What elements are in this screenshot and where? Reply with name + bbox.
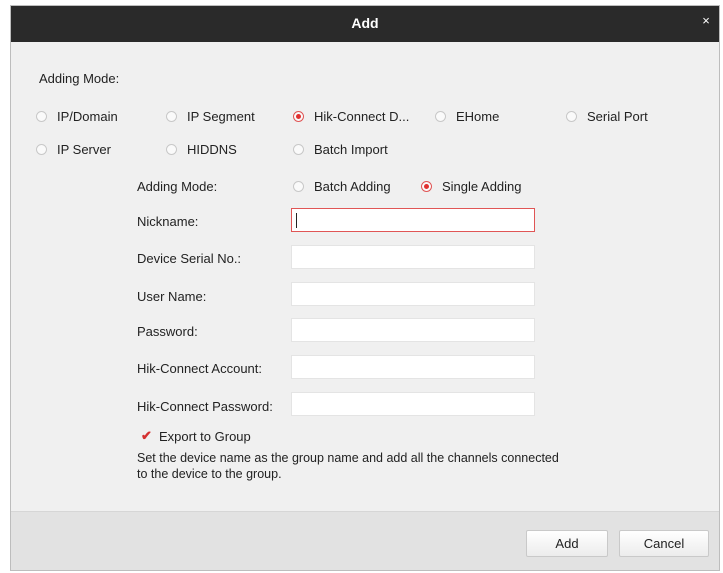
add-button[interactable]: Add [526,530,608,557]
mode-serial-port-radio[interactable]: Serial Port [566,107,648,125]
hc-password-input[interactable] [291,392,535,416]
radio-unselected-icon [36,110,47,122]
mode-label: IP Segment [187,108,255,124]
nickname-label: Nickname: [137,214,199,229]
mode-label: HIDDNS [187,141,237,157]
dialog-footer: Add Cancel [11,511,719,570]
sub-mode-label: Single Adding [442,178,522,194]
mode-label: Serial Port [587,108,648,124]
text-caret [296,213,297,228]
mode-label: Batch Import [314,141,388,157]
radio-unselected-icon [566,110,577,122]
sub-adding-mode-label: Adding Mode: [137,179,218,194]
mode-label: IP Server [57,141,111,157]
radio-unselected-icon [36,143,47,155]
checkmark-icon: ✔ [141,428,152,443]
mode-label: EHome [456,108,500,124]
mode-label: IP/Domain [57,108,118,124]
sub-mode-label: Batch Adding [314,178,391,194]
radio-selected-icon [293,110,304,122]
radio-unselected-icon [435,110,446,122]
export-to-group-checkbox[interactable]: ✔ Export to Group [141,427,251,445]
serial-input[interactable] [291,245,535,269]
adding-mode-label: Adding Mode: [39,71,120,86]
close-icon[interactable]: × [699,14,713,28]
radio-unselected-icon [293,143,304,155]
nickname-input[interactable] [291,208,535,232]
radio-unselected-icon [166,110,177,122]
mode-ip-domain-radio[interactable]: IP/Domain [36,107,118,125]
radio-unselected-icon [166,143,177,155]
radio-selected-icon [421,180,432,192]
password-input[interactable] [291,318,535,342]
title-bar[interactable]: Add × [11,6,719,42]
add-device-dialog: Add × Adding Mode: IP/Domain IP Segment … [10,5,720,571]
mode-label: Hik-Connect D... [314,108,410,124]
serial-label: Device Serial No.: [137,251,242,266]
hc-account-input[interactable] [291,355,535,379]
username-label: User Name: [137,289,207,304]
radio-unselected-icon [293,180,304,192]
batch-adding-radio[interactable]: Batch Adding [293,177,391,195]
mode-hik-connect-radio[interactable]: Hik-Connect D... [293,107,409,125]
cancel-button[interactable]: Cancel [619,530,709,557]
mode-hiddns-radio[interactable]: HIDDNS [166,140,237,158]
hc-account-label: Hik-Connect Account: [137,361,263,376]
export-hint-text: Set the device name as the group name an… [137,451,559,481]
mode-ehome-radio[interactable]: EHome [435,107,499,125]
mode-ip-segment-radio[interactable]: IP Segment [166,107,255,125]
single-adding-radio[interactable]: Single Adding [421,177,522,195]
hc-password-label: Hik-Connect Password: [137,399,273,414]
username-input[interactable] [291,282,535,306]
password-label: Password: [137,324,198,339]
dialog-title: Add [351,15,379,31]
mode-batch-import-radio[interactable]: Batch Import [293,140,388,158]
export-to-group-label: Export to Group [159,428,251,444]
mode-ip-server-radio[interactable]: IP Server [36,140,111,158]
